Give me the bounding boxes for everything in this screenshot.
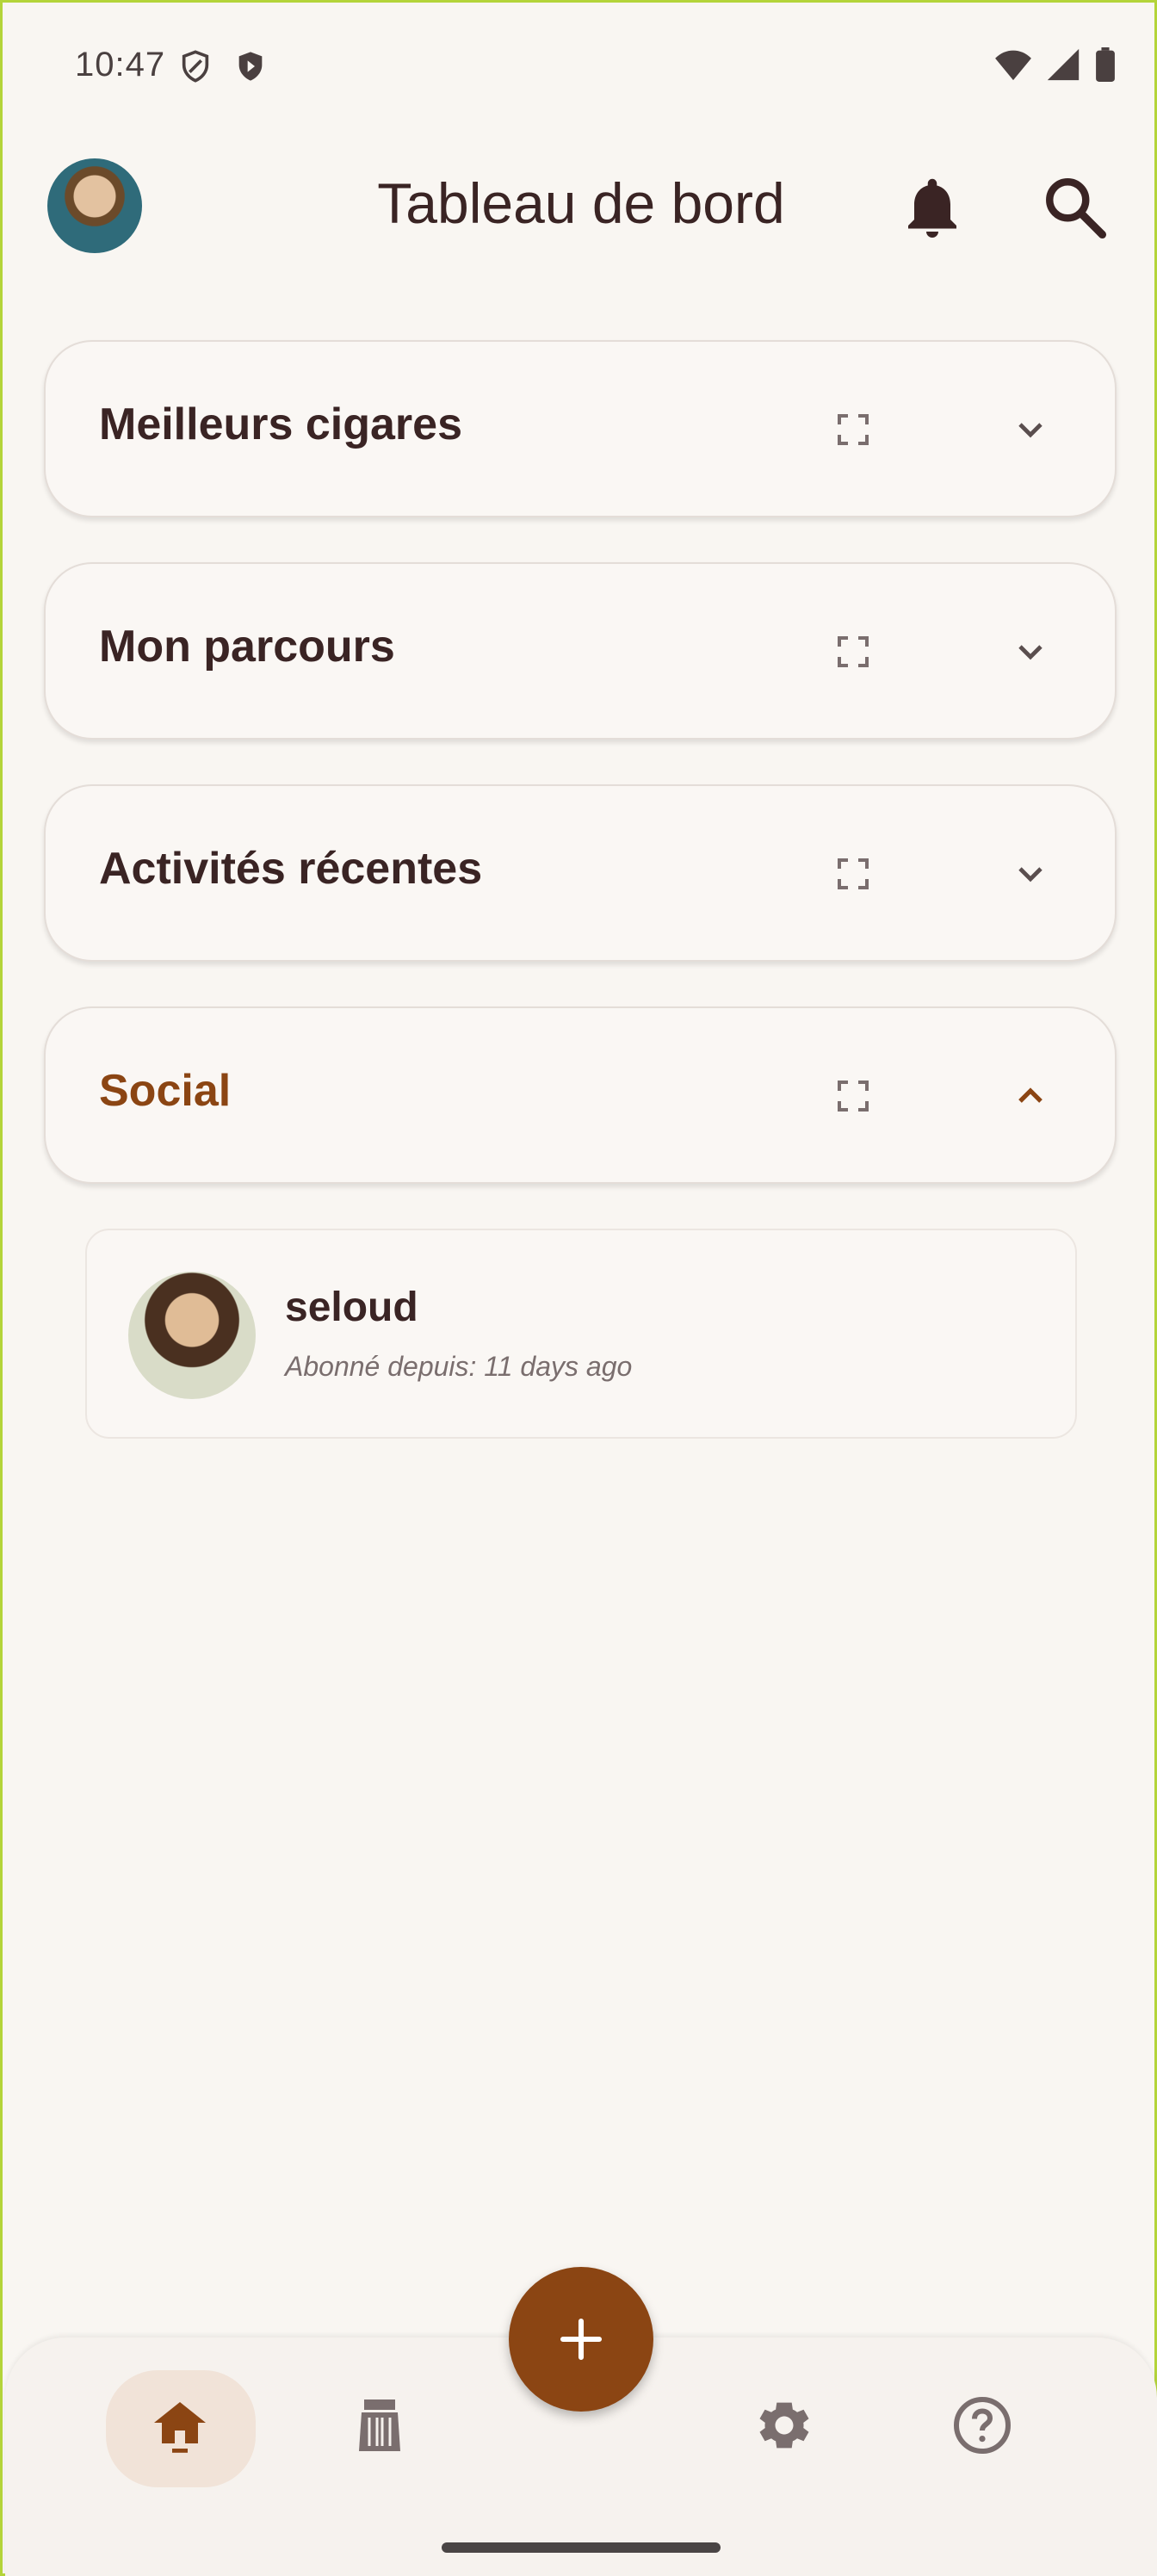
fullscreen-icon[interactable] (832, 853, 874, 895)
chevron-down-icon[interactable] (1010, 631, 1051, 672)
follower-username: seloud (285, 1285, 418, 1330)
follower-since: Abonné depuis: 11 days ago (285, 1351, 633, 1382)
plus-icon (560, 2318, 603, 2361)
section-title: Social (99, 1066, 232, 1116)
bell-icon[interactable] (896, 171, 968, 244)
section-my-journey[interactable]: Mon parcours (44, 562, 1117, 740)
play-shield-icon (238, 52, 263, 81)
fullscreen-icon[interactable] (832, 1075, 874, 1117)
signal-icon (1047, 48, 1080, 81)
home-icon[interactable] (149, 2394, 211, 2456)
wifi-icon (995, 50, 1031, 81)
humidor-icon[interactable] (349, 2394, 411, 2456)
page-title: Tableau de bord (377, 171, 785, 235)
status-indicators (994, 47, 1117, 82)
section-title: Mon parcours (99, 622, 395, 672)
battery-icon (1096, 47, 1115, 82)
status-time: 10:47 (75, 46, 166, 84)
gear-icon[interactable] (753, 2394, 815, 2456)
fullscreen-icon[interactable] (832, 631, 874, 672)
section-social[interactable]: Social (44, 1006, 1117, 1184)
follower-item[interactable]: seloud Abonné depuis: 11 days ago (85, 1229, 1077, 1439)
shield-icon (182, 50, 209, 83)
fullscreen-icon[interactable] (832, 409, 874, 450)
add-button[interactable] (509, 2267, 653, 2412)
chevron-down-icon[interactable] (1010, 409, 1051, 450)
section-title: Activités récentes (99, 844, 483, 894)
follower-avatar (128, 1272, 256, 1399)
gesture-bar (442, 2542, 721, 2553)
section-best-cigars[interactable]: Meilleurs cigares (44, 340, 1117, 517)
search-icon[interactable] (1039, 171, 1111, 244)
section-title: Meilleurs cigares (99, 399, 462, 449)
chevron-down-icon[interactable] (1010, 853, 1051, 895)
help-icon[interactable] (951, 2394, 1013, 2456)
chevron-up-icon[interactable] (1010, 1075, 1051, 1117)
section-recent-activities[interactable]: Activités récentes (44, 784, 1117, 962)
